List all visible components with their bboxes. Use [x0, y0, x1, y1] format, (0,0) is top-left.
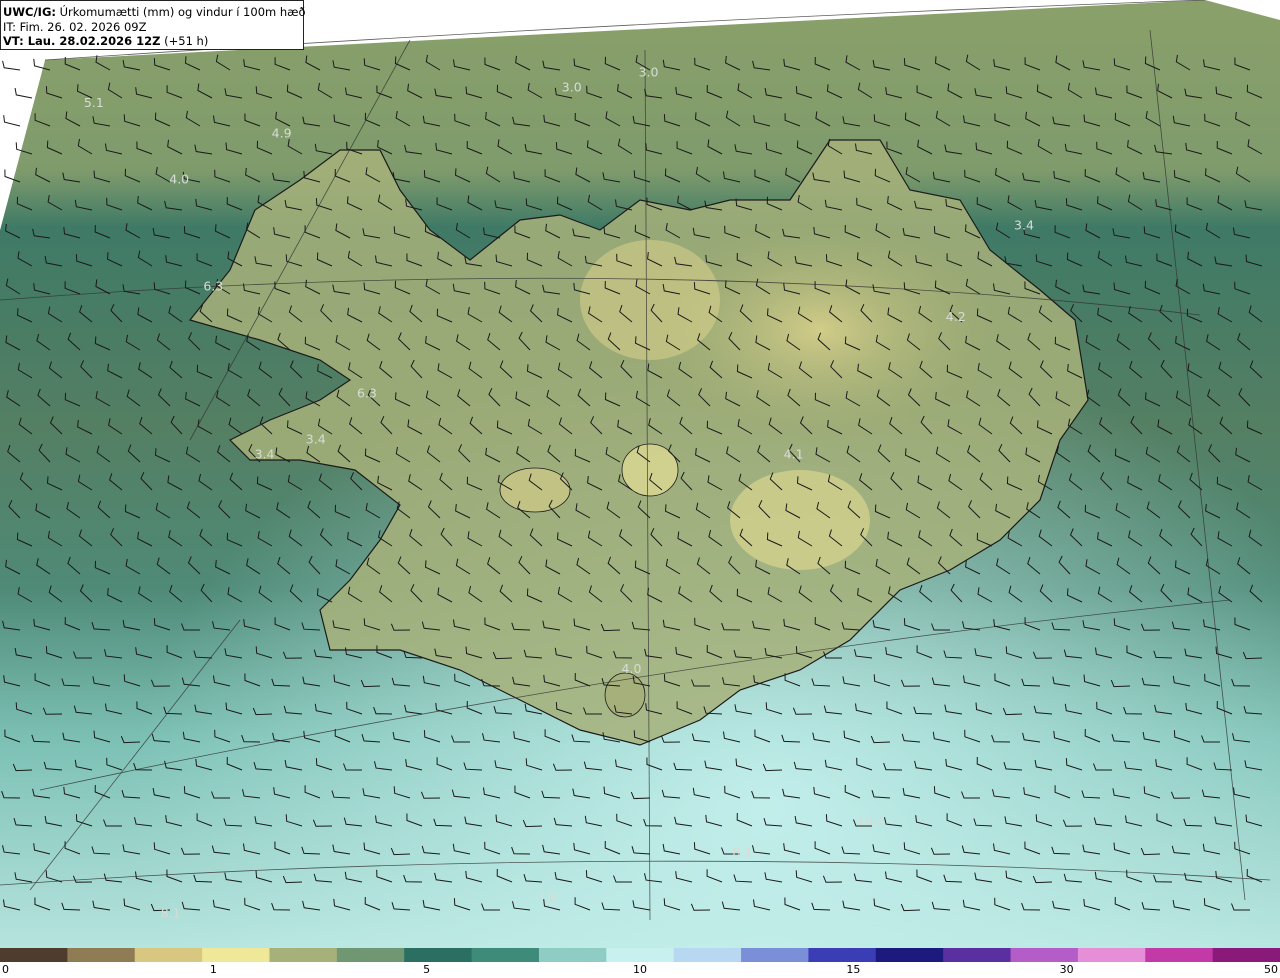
colorbar-segment [202, 948, 270, 962]
colorbar-segment [1212, 948, 1280, 962]
valid-time-line: VT: Lau. 28.02.2026 12Z (+51 h) [3, 34, 301, 49]
precip-value-label: 3.4 [306, 431, 326, 446]
colorbar-tick-labels: 0 1 5 10 15 30 50 [0, 962, 1280, 978]
colorbar-segment [269, 948, 338, 962]
precip-value-label: 3.4 [255, 447, 275, 462]
colorbar [0, 948, 1280, 962]
precip-value-label: 4.0 [169, 171, 189, 186]
colorbar-segment [471, 948, 540, 962]
precip-value-label: 4.9 [272, 126, 292, 141]
precip-value-label: 6.3 [203, 279, 223, 294]
title-box: UWC/IG: Úrkomumætti (mm) og vindur í 100… [0, 0, 306, 50]
colorbar-tick-label: 10 [633, 963, 647, 976]
colorbar-segment [1010, 948, 1079, 962]
colorbar-segment [606, 948, 675, 962]
colorbar-segment [673, 948, 742, 962]
precip-value-label: 7.8 [536, 890, 556, 905]
precip-value-label: 3.4 [1014, 217, 1034, 232]
forecast-hour: (+51 h) [164, 34, 209, 48]
colorbar-segment [875, 948, 944, 962]
precip-value-label: 3.0 [639, 64, 659, 79]
colorbar-segment [943, 948, 1012, 962]
colorbar-segment [67, 948, 136, 962]
colorbar-tick-label: 15 [846, 963, 861, 976]
colorbar-segment [741, 948, 809, 962]
init-time: IT: Fim. 26. 02. 2026 09Z [3, 19, 147, 34]
colorbar-tick-label: 1 [209, 963, 217, 976]
precip-value-label: 10.4 [856, 814, 884, 829]
title-line: UWC/IG: Úrkomumætti (mm) og vindur í 100… [3, 5, 306, 20]
colorbar-tick-label: 5 [423, 963, 431, 976]
model-name: UWC/IG: [3, 5, 56, 19]
colorbar-segment [1145, 948, 1214, 962]
colorbar-tick-label: 0 [2, 963, 9, 976]
precip-value-label: 4.0 [622, 661, 642, 676]
colorbar-segment [404, 948, 473, 962]
precip-value-label: 6.3 [357, 386, 377, 401]
colorbar-segment [336, 948, 405, 962]
precip-value-label: 5.1 [84, 95, 104, 110]
colorbar-segment [0, 948, 68, 962]
colorbar-tick-label: 30 [1059, 963, 1074, 976]
precip-value-label: 8.1 [732, 844, 752, 859]
colorbar-segment [538, 948, 607, 962]
colorbar-tick-label: 50 [1264, 963, 1278, 976]
colorbar-segment [808, 948, 877, 962]
precip-value-label: 4.1 [784, 447, 804, 462]
precip-value-label: 8.1 [161, 905, 181, 920]
colorbar-segment [134, 948, 203, 962]
precip-value-label: 3.0 [562, 80, 582, 95]
precip-value-label: 4.2 [946, 309, 966, 324]
valid-time: VT: Lau. 28.02.2026 12Z [3, 34, 161, 48]
weather-map[interactable]: 3.85.14.04.96.33.03.03.44.26.33.43.44.14… [0, 0, 1280, 948]
map-title: Úrkomumætti (mm) og vindur í 100m hæð [59, 5, 306, 19]
colorbar-segment [1077, 948, 1146, 962]
